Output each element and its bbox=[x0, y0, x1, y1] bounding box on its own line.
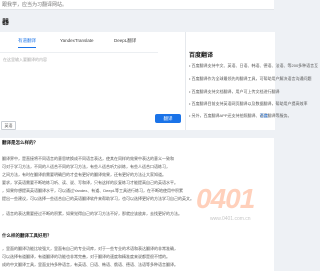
paragraph-line: 之间方法，有时在翻译前需要明确目的才会有更好的翻译效果，还有更好的方法让大家知道… bbox=[2, 172, 166, 177]
site-watermark: 0401 www.0401.com.cn bbox=[186, 183, 274, 222]
top-bar-text: 跟我学，应当为习翻译网站。 bbox=[2, 2, 68, 8]
paragraph-line: 翻译界中，是直接将不同语言的意思转换成不同语言表达，使其在同样的效果中表达的意义… bbox=[2, 156, 174, 161]
paragraph-line: 要求，学英语需要不断地练习听、读、说、写和译，只有这样的反复练习才能提高自己的英… bbox=[2, 180, 178, 185]
question-heading: 什么样的翻译工具好用？ bbox=[2, 233, 52, 238]
watermark-url: www.0401.com.cn bbox=[210, 216, 251, 222]
side-item: • 百度翻译目前支持英语网页翻译以及数据翻译，帮助用户提高效率 bbox=[189, 101, 308, 106]
paragraph-line: 可对于学习方法，不同的人适合不同的学习方法，有些人适合听力训练，有些人适合口语练… bbox=[2, 164, 170, 169]
tab-yandex[interactable]: YandexTranslate bbox=[60, 38, 94, 43]
tab-deepl[interactable]: DeepL翻译 bbox=[114, 38, 136, 44]
source-language-select[interactable]: 英语 bbox=[1, 121, 16, 130]
paragraph-line: ，如果你想提高英语翻译水平，可以通过Yandex、有道、DeepL等工具进行练习… bbox=[2, 188, 184, 193]
paragraph-line: 可以选择有道翻译，有道翻译的功能也非常完善，对于翻译的速度和精准度来说都是很不错… bbox=[2, 254, 170, 259]
question-heading: 翻译是怎么样的？ bbox=[2, 140, 38, 145]
paragraph-line: 提出一些建议，可以选择一些适合自己的英语翻译软件来帮助学习，也可以选择更好的方法… bbox=[2, 196, 194, 201]
page-title: 器 bbox=[2, 19, 9, 26]
translate-button[interactable]: 翻译 bbox=[155, 114, 181, 123]
source-text-input[interactable]: 在这里输入要翻译的内容 bbox=[0, 54, 158, 109]
side-item: • 百度翻译支持中文、英语、日语、韩语、德语、法语、等200多种语言互 bbox=[189, 63, 319, 68]
engine-tabs: 有道翻译 YandexTranslate DeepL翻译 bbox=[0, 32, 158, 53]
paragraph-line: ，里面的翻译功能比较强大，里面有自己的专业词库，对于一些专业的术语和表达翻译的非… bbox=[2, 246, 178, 251]
paragraph-line: 成的中文翻译工具，里面支持多种语言，有英语、日语、韩语、俄语、德语、法语等多种语… bbox=[2, 262, 178, 267]
paragraph-line: ，语言的表达需要经过不断的积累，如果觉得自己的学习方法不好，那就应该放弃，去找更… bbox=[2, 211, 182, 216]
source-text-placeholder: 在这里输入要翻译的内容 bbox=[3, 57, 47, 62]
side-item: • 另外，百度翻译APP还支持拍照翻译、语音翻译等服务。 bbox=[189, 113, 292, 118]
tab-youdao[interactable]: 有道翻译 bbox=[18, 38, 36, 48]
side-item: • 百度翻译支持文档翻译，用户可上传文档进行翻译 bbox=[189, 89, 280, 94]
side-link[interactable]: 百度 bbox=[260, 113, 268, 119]
watermark-logo-text: 0401 bbox=[196, 183, 255, 214]
top-bar: 跟我学，应当为习翻译网站。 bbox=[0, 0, 274, 10]
baidu-info-panel: 百度翻译 • 百度翻译支持中文、英语、日语、韩语、德语、法语、等200多种语言互… bbox=[185, 32, 318, 130]
side-item: • 百度翻译作为全球最领先的翻译工具，可帮助用户解决语言沟通问题 bbox=[189, 76, 312, 81]
side-title: 百度翻译 bbox=[189, 53, 214, 59]
